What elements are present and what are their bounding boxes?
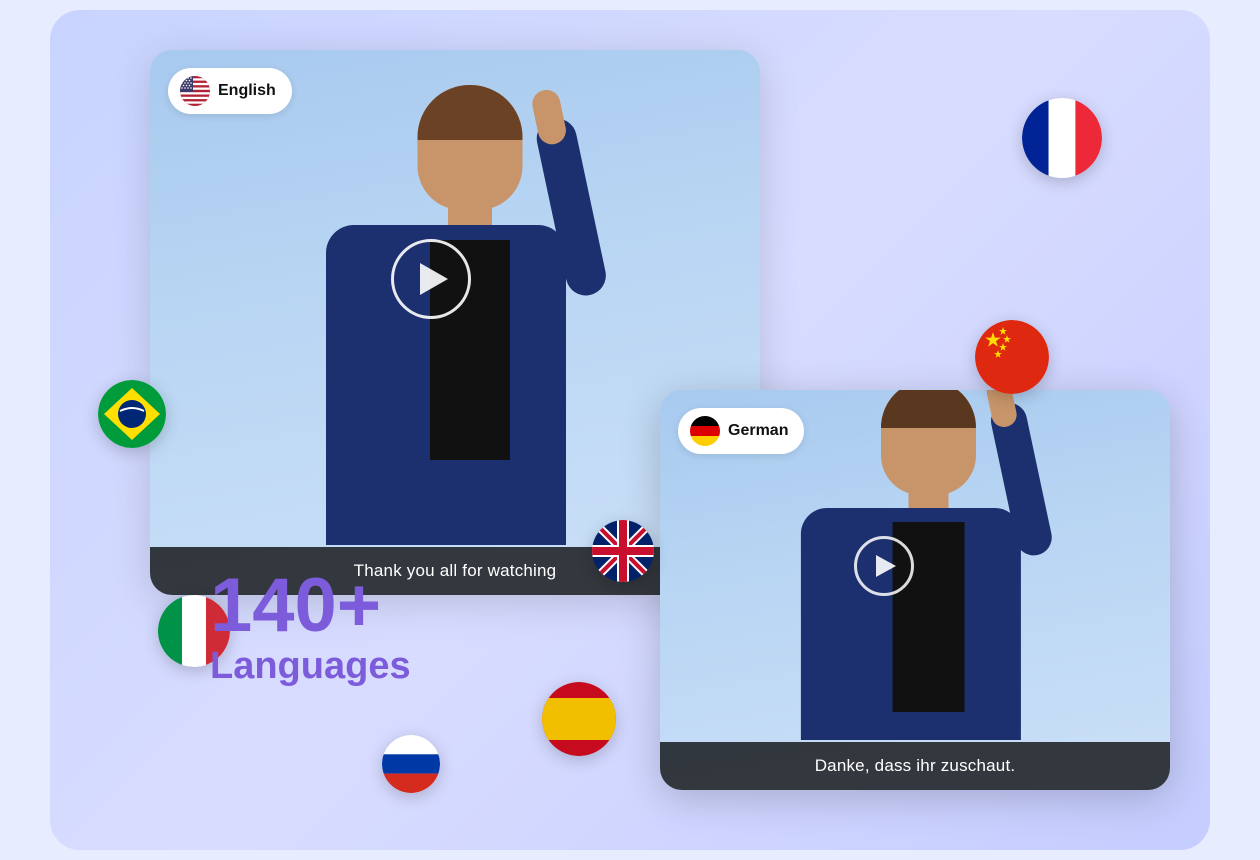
germany-flag-icon <box>690 416 720 446</box>
languages-info: 140+ Languages <box>210 568 411 690</box>
english-badge-label: English <box>218 82 276 100</box>
german-hair <box>881 390 976 428</box>
german-video-card: German Danke, dass ihr zuschaut. <box>660 390 1170 790</box>
english-person <box>320 85 620 545</box>
russia-flag <box>382 735 440 793</box>
german-badge-label: German <box>728 422 788 440</box>
english-play-button[interactable] <box>391 239 471 319</box>
usa-flag-icon <box>180 76 210 106</box>
german-subtitle-text: Danke, dass ihr zuschaut. <box>815 756 1016 775</box>
german-hand <box>984 390 1018 429</box>
spain-flag <box>542 682 616 756</box>
uk-flag <box>592 520 654 582</box>
german-lang-badge: German <box>678 408 804 454</box>
languages-label: Languages <box>210 644 411 690</box>
german-person <box>794 390 1064 740</box>
languages-count: 140+ <box>210 568 411 644</box>
hand <box>530 87 569 147</box>
german-subtitle-bar: Danke, dass ihr zuschaut. <box>660 742 1170 790</box>
german-play-button[interactable] <box>854 536 914 596</box>
brazil-flag <box>98 380 166 448</box>
france-flag <box>1022 98 1102 178</box>
hair <box>418 85 523 140</box>
english-lang-badge: English <box>168 68 292 114</box>
china-flag <box>975 320 1049 394</box>
